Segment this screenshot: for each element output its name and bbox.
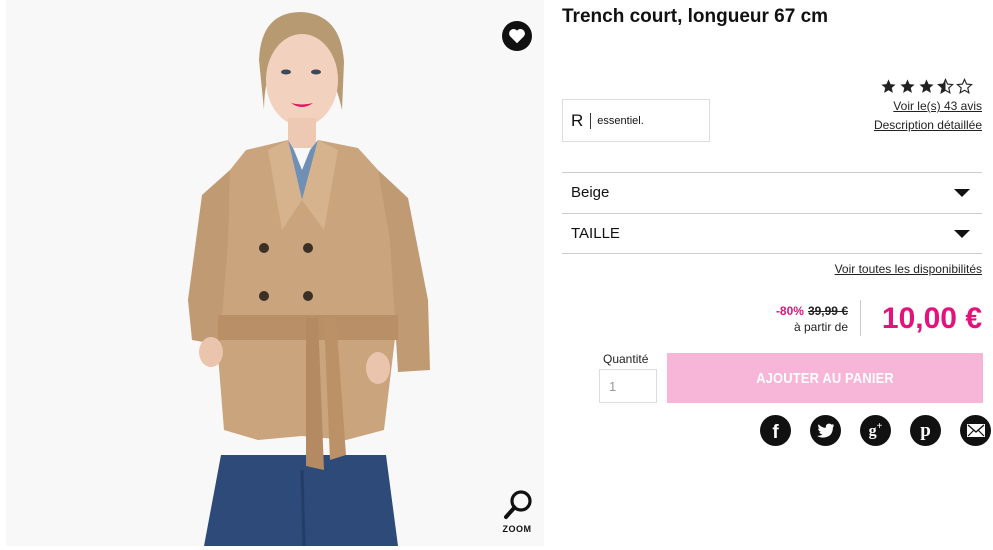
twitter-bird-glyph <box>817 423 835 438</box>
zoom-label: ZOOM <box>502 524 532 534</box>
discount-line: -80% 39,99 € <box>776 304 848 318</box>
pinterest-icon[interactable]: p <box>910 415 941 446</box>
price-divider <box>860 300 861 336</box>
size-select-value: TAILLE <box>571 225 620 242</box>
star-full-icon <box>881 79 896 93</box>
add-to-cart-label: AJOUTER AU PANIER <box>756 369 894 387</box>
price-from-label: à partir de <box>793 320 848 334</box>
discount-badge: -80% <box>775 304 804 318</box>
google-plus-glyph: g+ <box>868 420 883 440</box>
chevron-down-icon <box>954 188 970 197</box>
price-block: -80% 39,99 € à partir de 10,00 € <box>700 300 984 340</box>
facebook-icon[interactable]: f <box>760 415 791 446</box>
old-price: 39,99 € <box>807 304 848 318</box>
email-icon[interactable] <box>960 415 991 446</box>
brand-logo[interactable]: R essentiel. <box>562 99 710 142</box>
color-select-value: Beige <box>571 184 610 201</box>
star-empty-icon <box>956 78 973 95</box>
product-title: Trench court, longueur 67 cm <box>562 6 829 27</box>
quantity-label: Quantité <box>603 352 649 366</box>
product-photo <box>6 0 544 546</box>
twitter-icon[interactable] <box>810 415 841 446</box>
color-select[interactable]: Beige <box>562 172 982 212</box>
share-bar: f g+ p <box>760 415 991 446</box>
brand-logo-divider <box>590 112 592 129</box>
facebook-glyph: f <box>772 422 779 443</box>
current-price: 10,00 € <box>881 302 982 335</box>
chevron-down-icon <box>954 229 970 238</box>
brand-logo-name: essentiel. <box>597 114 644 127</box>
pinterest-glyph: p <box>920 420 931 441</box>
heart-icon <box>509 29 525 44</box>
reviews-link[interactable]: Voir le(s) 43 avis <box>893 99 982 113</box>
brand-logo-letter: R <box>571 110 584 130</box>
availability-link[interactable]: Voir toutes les disponibilités <box>835 262 982 276</box>
add-to-cart-button[interactable]: AJOUTER AU PANIER <box>667 353 983 403</box>
zoom-button[interactable]: ZOOM <box>496 488 538 540</box>
star-half-icon <box>937 78 954 95</box>
star-rating[interactable] <box>880 78 984 96</box>
star-full-icon <box>919 79 934 93</box>
magnifier-icon <box>504 490 532 519</box>
envelope-glyph <box>966 424 985 437</box>
description-link[interactable]: Description détaillée <box>874 118 982 132</box>
star-full-icon <box>900 79 915 93</box>
favorite-heart-icon[interactable] <box>502 21 532 51</box>
size-select[interactable]: TAILLE <box>562 213 982 254</box>
quantity-input[interactable] <box>599 369 657 403</box>
product-image[interactable] <box>6 0 544 546</box>
google-plus-icon[interactable]: g+ <box>860 415 891 446</box>
